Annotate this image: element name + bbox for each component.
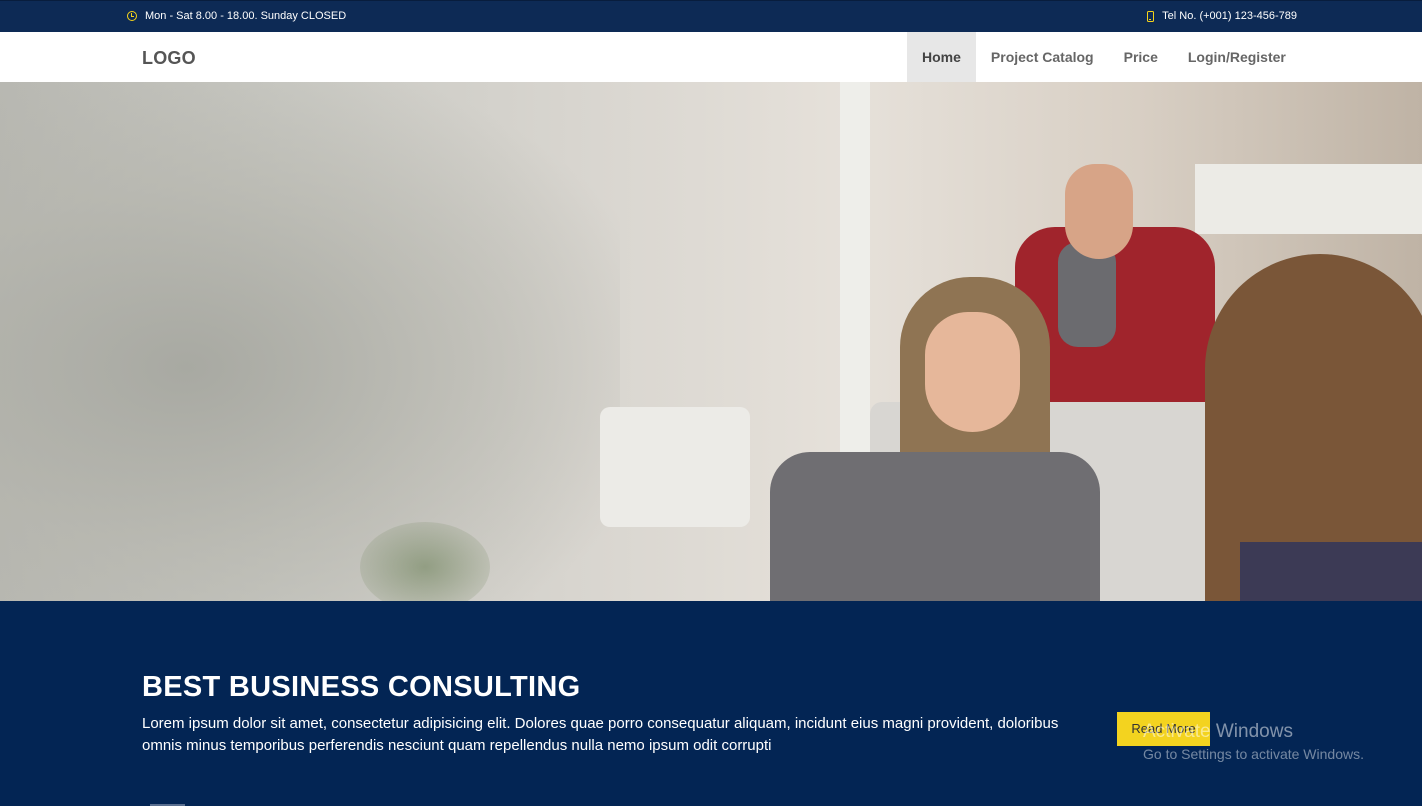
hero-image: [0, 82, 1422, 601]
opening-hours-text: Mon - Sat 8.00 - 18.00. Sunday CLOSED: [145, 10, 347, 22]
opening-hours: Mon - Sat 8.00 - 18.00. Sunday CLOSED: [127, 10, 346, 22]
hero-woman-face: [925, 312, 1020, 432]
clock-icon: [127, 11, 137, 21]
activate-windows-title: Activate Windows: [1143, 721, 1293, 742]
section-heading: BEST BUSINESS CONSULTING: [142, 671, 581, 703]
activate-windows-subtitle: Go to Settings to activate Windows.: [1143, 746, 1364, 762]
hero-blur-foreground: [0, 82, 620, 601]
phone-icon: [1147, 10, 1155, 22]
nav-item-login-register[interactable]: Login/Register: [1173, 32, 1301, 82]
hero-shelf: [1195, 164, 1422, 234]
intro-section: BEST BUSINESS CONSULTING Lorem ipsum dol…: [0, 601, 1422, 806]
main-nav: Home Project Catalog Price Login/Registe…: [907, 32, 1301, 82]
nav-item-project-catalog[interactable]: Project Catalog: [976, 32, 1109, 82]
hero-woman-body: [770, 452, 1100, 601]
telephone-text: Tel No. (+001) 123-456-789: [1162, 10, 1297, 22]
hero-sofa-back: [600, 407, 750, 527]
telephone: Tel No. (+001) 123-456-789: [1147, 10, 1297, 22]
navbar: LOGO Home Project Catalog Price Login/Re…: [0, 32, 1422, 82]
nav-item-price[interactable]: Price: [1109, 32, 1173, 82]
section-text: Lorem ipsum dolor sit amet, consectetur …: [142, 715, 1059, 754]
hero-man-face: [1065, 164, 1133, 259]
top-info-bar: Mon - Sat 8.00 - 18.00. Sunday CLOSED Te…: [0, 0, 1422, 32]
hero-girl-shirt: [1240, 542, 1422, 601]
nav-item-home[interactable]: Home: [907, 32, 976, 82]
hero-window: [840, 82, 870, 502]
logo[interactable]: LOGO: [142, 48, 196, 69]
